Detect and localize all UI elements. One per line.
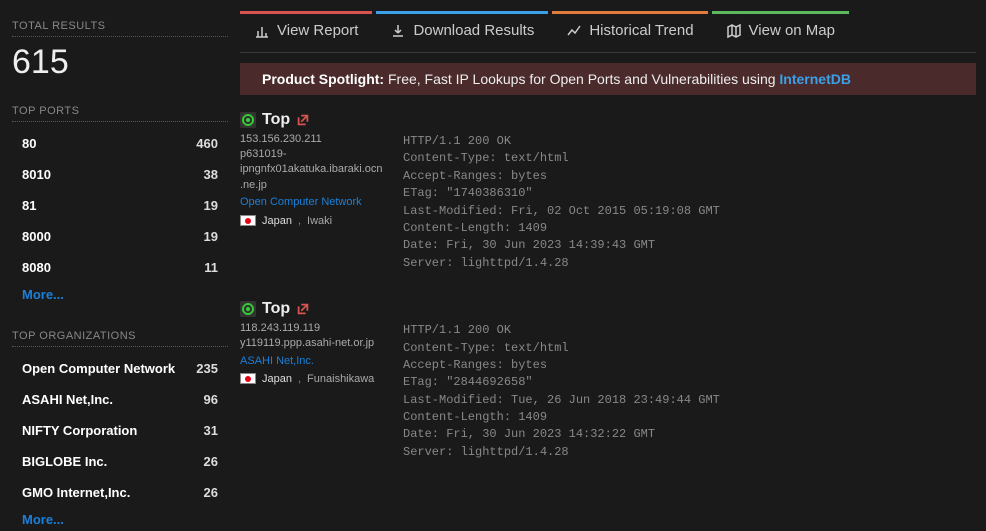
facet-row-count: 460	[196, 136, 218, 151]
result: Top 153.156.230.211 p631019-ipngnfx01akatu…	[240, 111, 976, 272]
facet-row-label: Open Computer Network	[22, 361, 175, 376]
facet-row[interactable]: 81 19	[12, 190, 228, 221]
totals-value: 615	[12, 45, 228, 79]
facet-row[interactable]: 80 460	[12, 128, 228, 159]
result-org-link[interactable]: ASAHI Net,Inc.	[240, 354, 385, 369]
result-ip[interactable]: 118.243.119.119	[240, 322, 385, 334]
totals-label: TOTAL RESULTS	[12, 20, 228, 37]
result-hostname: p631019-ipngnfx01akatuka.ibaraki.ocn.ne.…	[240, 147, 385, 193]
result-hostname: y119119.ppp.asahi-net.or.jp	[240, 336, 385, 351]
spotlight-banner: Product Spotlight: Free, Fast IP Lookups…	[240, 63, 976, 95]
favicon-icon	[240, 301, 256, 317]
facet-row-label: 8010	[22, 167, 51, 182]
facet-row[interactable]: 8010 38	[12, 159, 228, 190]
chart-icon	[254, 23, 270, 39]
facet-row-count: 26	[204, 485, 218, 500]
facet-row[interactable]: 8000 19	[12, 221, 228, 252]
facet-orgs-title: TOP ORGANIZATIONS	[12, 330, 228, 347]
results: Top 153.156.230.211 p631019-ipngnfx01akatu…	[240, 95, 976, 461]
spotlight-label: Product Spotlight:	[262, 71, 384, 87]
tab-label: View Report	[277, 22, 358, 39]
facet-row-count: 19	[204, 229, 218, 244]
flag-icon	[240, 373, 256, 384]
sidebar: TOTAL RESULTS 615 TOP PORTS 804608010388…	[0, 0, 240, 531]
facet-row-count: 235	[196, 361, 218, 376]
tab-download-results[interactable]: Download Results	[376, 11, 548, 49]
tab-label: View on Map	[749, 22, 835, 39]
tab-view-report[interactable]: View Report	[240, 11, 372, 49]
flag-icon	[240, 215, 256, 226]
facet-row[interactable]: ASAHI Net,Inc. 96	[12, 384, 228, 415]
facet-row[interactable]: NIFTY Corporation 31	[12, 415, 228, 446]
result-raw: HTTP/1.1 200 OK Content-Type: text/html …	[403, 300, 976, 461]
result-meta: Top 153.156.230.211 p631019-ipngnfx01akatu…	[240, 111, 385, 272]
tab-view-on-map[interactable]: View on Map	[712, 11, 849, 49]
facet-row-label: 80	[22, 136, 36, 151]
external-link-icon[interactable]	[296, 302, 310, 316]
result-meta: Top 118.243.119.119 y119119.ppp.asahi-net.…	[240, 300, 385, 461]
facet-row[interactable]: Open Computer Network 235	[12, 353, 228, 384]
tab-historical-trend[interactable]: Historical Trend	[552, 11, 707, 49]
result-org-link[interactable]: Open Computer Network	[240, 195, 385, 210]
facet-ports-more[interactable]: More...	[12, 283, 74, 306]
result-city[interactable]: Iwaki	[307, 215, 332, 227]
facet-row-label: NIFTY Corporation	[22, 423, 137, 438]
tab-label: Historical Trend	[589, 22, 693, 39]
external-link-icon[interactable]	[296, 113, 310, 127]
facet-row-label: BIGLOBE Inc.	[22, 454, 107, 469]
facet-row-count: 38	[204, 167, 218, 182]
spotlight-link[interactable]: InternetDB	[779, 71, 851, 87]
facet-orgs: TOP ORGANIZATIONS Open Computer Network 2…	[12, 330, 228, 531]
result: Top 118.243.119.119 y119119.ppp.asahi-net.…	[240, 300, 976, 461]
facet-row-label: 8000	[22, 229, 51, 244]
download-icon	[390, 23, 406, 39]
main: View Report Download Results Historical …	[240, 0, 986, 531]
facet-row-count: 26	[204, 454, 218, 469]
result-city[interactable]: Funaishikawa	[307, 373, 374, 385]
facet-row-count: 31	[204, 423, 218, 438]
trend-icon	[566, 23, 582, 39]
spotlight-text: Free, Fast IP Lookups for Open Ports and…	[384, 71, 779, 87]
result-title-link[interactable]: Top	[262, 300, 290, 318]
favicon-icon	[240, 112, 256, 128]
facet-ports: TOP PORTS 80 460 8010 38 81 19 8000 19 8080 11 Mo…	[12, 105, 228, 306]
facet-row[interactable]: 8080 11	[12, 252, 228, 283]
totals-block: TOTAL RESULTS 615	[12, 20, 228, 79]
map-icon	[726, 23, 742, 39]
tab-label: Download Results	[413, 22, 534, 39]
facet-row-label: GMO Internet,Inc.	[22, 485, 130, 500]
facet-row[interactable]: BIGLOBE Inc. 26	[12, 446, 228, 477]
facet-ports-title: TOP PORTS	[12, 105, 228, 122]
facet-orgs-more[interactable]: More...	[12, 508, 74, 531]
facet-row-label: ASAHI Net,Inc.	[22, 392, 113, 407]
tabs: View Report Download Results Historical …	[240, 14, 976, 53]
facet-row-count: 11	[204, 260, 218, 275]
facet-row-count: 96	[204, 392, 218, 407]
facet-row-count: 19	[204, 198, 218, 213]
result-country[interactable]: Japan	[262, 215, 292, 227]
facet-row[interactable]: GMO Internet,Inc. 26	[12, 477, 228, 508]
result-country[interactable]: Japan	[262, 373, 292, 385]
result-title-link[interactable]: Top	[262, 111, 290, 129]
facet-row-label: 8080	[22, 260, 51, 275]
result-raw: HTTP/1.1 200 OK Content-Type: text/html …	[403, 111, 976, 272]
facet-row-label: 81	[22, 198, 36, 213]
result-ip[interactable]: 153.156.230.211	[240, 133, 385, 145]
